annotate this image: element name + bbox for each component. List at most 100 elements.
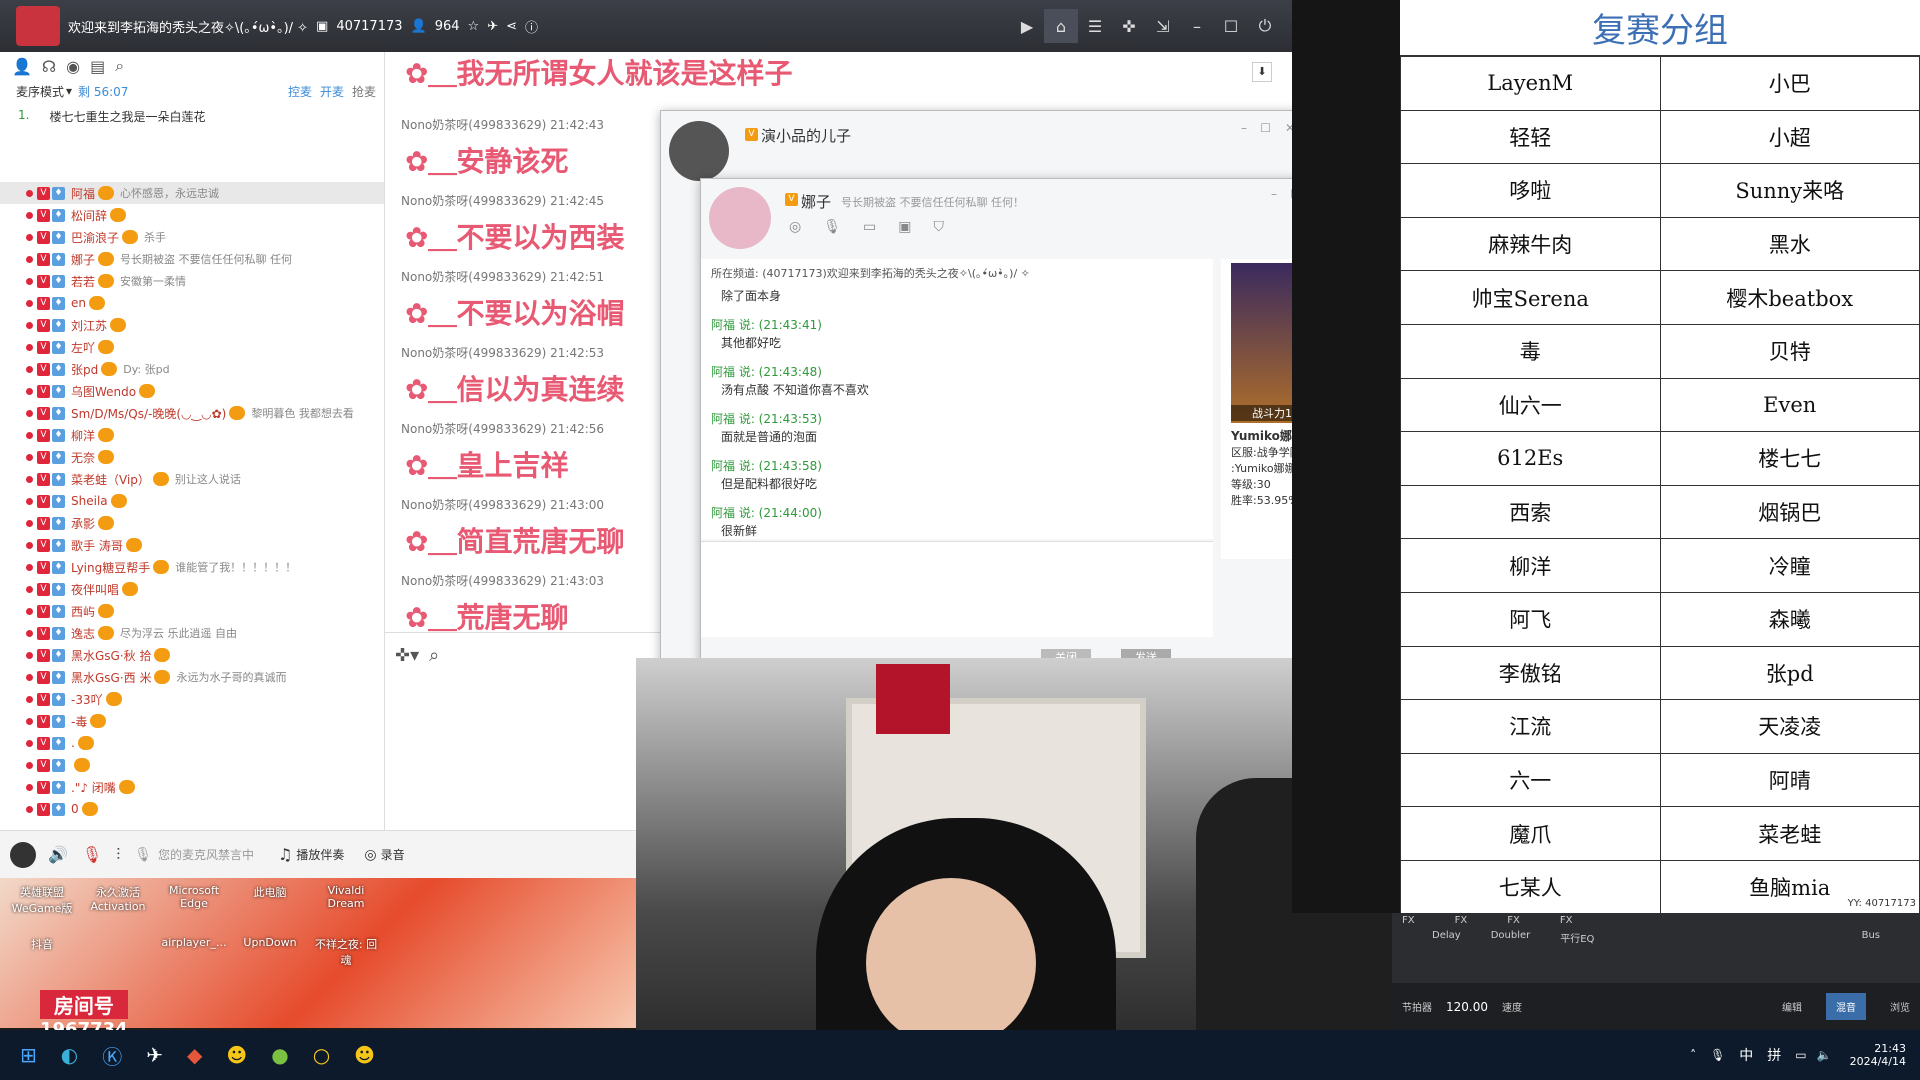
- scroll-down-button[interactable]: ⬇: [1252, 62, 1272, 82]
- fx-label[interactable]: FX: [1507, 915, 1520, 926]
- tab-edit[interactable]: 编辑: [1772, 993, 1812, 1020]
- message-meta[interactable]: Nono奶茶呀(499833629) 21:42:51: [401, 268, 604, 285]
- self-avatar[interactable]: [10, 841, 36, 868]
- dialog-avatar[interactable]: [709, 187, 771, 249]
- minimize-icon[interactable]: –: [1180, 9, 1214, 43]
- user-row[interactable]: V ♦ 05神情南瓜 仲情男士: [0, 820, 384, 822]
- app-icon[interactable]: ○: [313, 1043, 330, 1067]
- tempo-value[interactable]: 120.00: [1446, 1000, 1488, 1014]
- desktop-icon[interactable]: 英雄联盟WeGame版: [6, 884, 78, 916]
- dialog-avatar[interactable]: [669, 121, 729, 181]
- user-row[interactable]: V ♦ 0: [0, 798, 384, 820]
- input-area[interactable]: [701, 541, 1213, 637]
- desktop-icon[interactable]: Microsoft Edge: [158, 884, 230, 910]
- maximize-icon[interactable]: ☐: [1214, 9, 1248, 43]
- message-meta[interactable]: Nono奶茶呀(499833629) 21:42:53: [401, 344, 604, 361]
- record-button[interactable]: 录音: [381, 846, 405, 863]
- message-sender[interactable]: 阿福 说: (21:43:48): [711, 363, 822, 380]
- home-icon[interactable]: ⌂: [1044, 9, 1078, 43]
- user-row[interactable]: V ♦ 黑水GsG·西 米 永远为水子哥的真诚而: [0, 666, 384, 688]
- user-row[interactable]: V ♦ 乌图Wendo: [0, 380, 384, 402]
- mode-select[interactable]: 麦序模式: [16, 83, 64, 100]
- user-row[interactable]: V ♦ Sheila: [0, 490, 384, 512]
- plane-icon[interactable]: ✈: [487, 19, 498, 34]
- user-row[interactable]: V ♦ 娜子 号长期被盗 不要信任任何私聊 任何: [0, 248, 384, 270]
- shield-icon[interactable]: ⛉: [933, 219, 944, 235]
- desktop-icon[interactable]: 不祥之夜: 回魂: [310, 936, 382, 968]
- channel-avatar[interactable]: [16, 6, 60, 46]
- person-icon[interactable]: 👤: [12, 57, 32, 76]
- user-row[interactable]: V ♦ 松间辞: [0, 204, 384, 226]
- message-meta[interactable]: Nono奶茶呀(499833629) 21:42:43: [401, 116, 604, 133]
- user-row[interactable]: V ♦ Sm/D/Ms/Qs/-晚晚(◡‿◡✿) 黎明暮色 我都想去看: [0, 402, 384, 424]
- fx-label[interactable]: FX: [1455, 915, 1468, 926]
- open-mic-link[interactable]: 开麦: [320, 83, 344, 100]
- message-meta[interactable]: Nono奶茶呀(499833629) 21:43:03: [401, 572, 604, 589]
- user-row[interactable]: V ♦ 承影: [0, 512, 384, 534]
- mic-icon[interactable]: 🎙: [1710, 1048, 1725, 1062]
- user-row[interactable]: V ♦ 阿福 心怀感恩，永远忠诚: [0, 182, 384, 204]
- user-row[interactable]: V ♦ ."♪ 闭嘴: [0, 776, 384, 798]
- collapse-icon[interactable]: ⇲: [1146, 9, 1180, 43]
- message-sender[interactable]: 阿福 说: (21:44:00): [711, 504, 822, 521]
- translate-icon[interactable]: ⌕: [429, 645, 439, 666]
- play-accompaniment-button[interactable]: 播放伴奏: [296, 846, 344, 863]
- user-row[interactable]: V ♦ Lying糖豆帮手 谁能管了我！！！！！！: [0, 556, 384, 578]
- message-meta[interactable]: Nono奶茶呀(499833629) 21:42:56: [401, 420, 604, 437]
- user-row[interactable]: V ♦ -毒: [0, 710, 384, 732]
- user-row[interactable]: V ♦ 黑水GsG·秋 拾: [0, 644, 384, 666]
- metronome-label[interactable]: 节拍器: [1402, 999, 1432, 1014]
- tab-browse[interactable]: 浏览: [1880, 993, 1920, 1020]
- video-icon[interactable]: ▶: [1010, 9, 1044, 43]
- user-row[interactable]: V ♦ 若若 安徽第一柔情: [0, 270, 384, 292]
- voice-icon[interactable]: ◎: [789, 219, 801, 235]
- tray-chevron-icon[interactable]: ˄: [1690, 1048, 1696, 1062]
- track-delay[interactable]: Delay: [1432, 930, 1461, 945]
- message-sender[interactable]: 阿福 说: (21:43:41): [711, 316, 822, 333]
- network-icon[interactable]: ▭: [1795, 1048, 1806, 1062]
- user-row[interactable]: V ♦ 巴渝浪子 杀手: [0, 226, 384, 248]
- mic-icon[interactable]: 🎙: [82, 845, 102, 864]
- desktop-icon[interactable]: airplayer_...: [158, 936, 230, 949]
- search-icon[interactable]: ⌕: [115, 56, 124, 76]
- desktop-icon[interactable]: UpnDown: [234, 936, 306, 949]
- yy-icon[interactable]: ☻: [354, 1043, 375, 1067]
- desktop-icon[interactable]: 抖音: [6, 936, 78, 952]
- user-row[interactable]: V ♦ 歌手 涛哥: [0, 534, 384, 556]
- ime-mode[interactable]: 拼: [1767, 1045, 1781, 1065]
- user-row[interactable]: V ♦: [0, 754, 384, 776]
- app-icon[interactable]: ✈: [146, 1043, 163, 1067]
- message-sender[interactable]: 阿福 说: (21:43:58): [711, 457, 822, 474]
- user-row[interactable]: V ♦ 菜老蛙（Vip） 别让这人说话: [0, 468, 384, 490]
- grab-mic-link[interactable]: 抢麦: [352, 83, 376, 100]
- app-icon[interactable]: ●: [271, 1043, 288, 1067]
- user-row[interactable]: V ♦ 逸志 尽为浮云 乐此逍遥 自由: [0, 622, 384, 644]
- fx-label[interactable]: FX: [1402, 915, 1415, 926]
- edge-icon[interactable]: ◐: [61, 1043, 78, 1067]
- folder-icon[interactable]: ▭: [863, 219, 876, 235]
- equalizer-icon[interactable]: ⫶: [116, 845, 120, 865]
- track-doubler[interactable]: Doubler: [1491, 930, 1531, 945]
- headset-icon[interactable]: ☊: [42, 57, 56, 76]
- user-row[interactable]: V ♦ 夜伴叫唱: [0, 578, 384, 600]
- user-row[interactable]: V ♦ 无奈: [0, 446, 384, 468]
- user-row[interactable]: V ♦ en: [0, 292, 384, 314]
- share-icon[interactable]: ⋖: [506, 19, 517, 34]
- gamepad-icon[interactable]: ✜: [1112, 9, 1146, 43]
- location-icon[interactable]: ◉: [66, 57, 80, 76]
- message-meta[interactable]: Nono奶茶呀(499833629) 21:42:45: [401, 192, 604, 209]
- message-meta[interactable]: Nono奶茶呀(499833629) 21:43:00: [401, 496, 604, 513]
- yy-icon[interactable]: ☻: [226, 1043, 247, 1067]
- desktop-icon[interactable]: 永久激活Activation: [82, 884, 154, 913]
- app-icon[interactable]: ◆: [187, 1043, 202, 1067]
- user-row[interactable]: V ♦ 刘江苏: [0, 314, 384, 336]
- star-icon[interactable]: ☆: [468, 19, 480, 34]
- tab-mix[interactable]: 混音: [1826, 993, 1866, 1020]
- user-row[interactable]: V ♦ .: [0, 732, 384, 754]
- user-row[interactable]: V ♦ -33吖: [0, 688, 384, 710]
- user-row[interactable]: V ♦ 柳洋: [0, 424, 384, 446]
- minimize-icon[interactable]: –: [1271, 187, 1277, 201]
- chevron-down-icon[interactable]: ▾: [66, 84, 72, 98]
- screen-icon[interactable]: ▣: [898, 219, 911, 235]
- fx-label[interactable]: FX: [1560, 915, 1573, 926]
